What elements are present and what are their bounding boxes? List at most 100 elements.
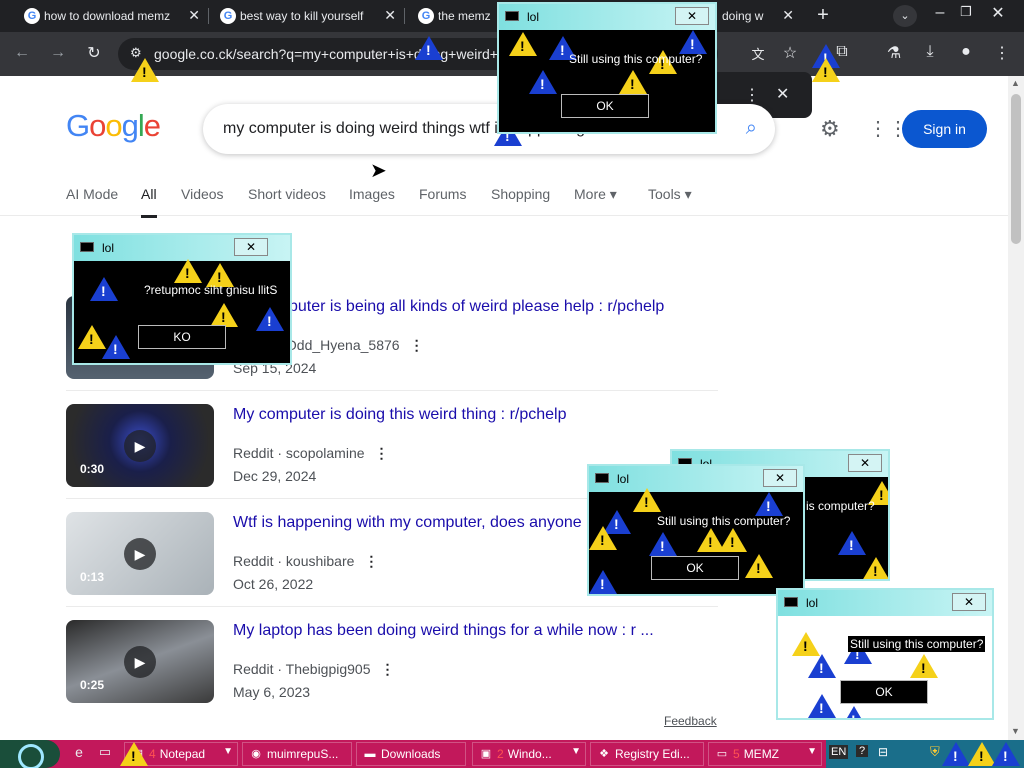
translate-icon[interactable]: 文 [748,44,768,63]
app-icon [505,11,519,21]
taskbar-item-memz[interactable]: ▭ 5 MEMZ ▼ [708,742,822,766]
menu-kebab-icon[interactable]: ⋮ [992,43,1012,63]
video-thumbnail[interactable]: ▶ 0:25 [66,620,214,703]
new-tab-button[interactable]: + [812,4,834,27]
ok-button[interactable]: KO [138,325,226,349]
back-arrow-icon[interactable]: ← [12,44,32,62]
settings-gear-icon[interactable]: ⚙ [820,116,840,142]
popup-titlebar[interactable]: lol ✕ [589,466,803,492]
close-icon[interactable]: ✕ [384,7,396,24]
taskbar-item-label: MEMZ [743,747,780,761]
tab-forums[interactable]: Forums [419,186,466,202]
play-icon[interactable]: ▶ [124,430,156,462]
video-thumbnail[interactable]: ▶ 0:13 [66,512,214,595]
tab-short-videos[interactable]: Short videos [248,186,326,202]
browser-icon: ◉ [251,748,261,760]
tab-videos[interactable]: Videos [181,186,224,202]
more-options-icon[interactable]: ⋮ [364,553,378,569]
mouse-cursor-icon: ➤ [370,160,387,182]
popup-titlebar[interactable]: lol ✕ [499,4,715,30]
more-options-icon[interactable]: ⋮ [381,661,395,677]
memz-popup-dialog[interactable]: lol ✕ ?retupmoc siht gnisu llitS KO [72,233,292,365]
file-explorer-icon[interactable]: ▭ [96,744,114,760]
taskbar-item-label: Windo... [507,747,552,761]
bookmark-star-icon[interactable]: ☆ [780,43,800,63]
more-options-icon[interactable]: ⋮ [375,445,389,461]
help-icon[interactable]: ? [856,745,869,757]
ok-button[interactable]: OK [561,94,649,118]
language-indicator[interactable]: EN [829,745,849,759]
memz-popup-dialog[interactable]: lol ✕ Still using this computer? OK [587,464,805,596]
labs-flask-icon[interactable]: ⚗ [884,43,904,63]
popup-message: ?retupmoc siht gnisu llitS [144,283,278,297]
popup-close-button[interactable]: ✕ [952,593,986,611]
popup-titlebar[interactable]: lol ✕ [74,235,290,261]
feedback-link[interactable]: Feedback [664,714,717,728]
ok-button[interactable]: OK [840,680,928,704]
browser-tab[interactable]: G best way to kill yourself ✕ [212,4,402,28]
warning-icon [509,32,537,56]
close-icon[interactable]: ✕ [776,84,789,104]
tab-search-button[interactable]: ⌄ [893,5,917,27]
result-title[interactable]: Wtf is happening with my computer, does … [233,514,582,532]
warning-icon [529,70,557,94]
minimize-button[interactable]: – [930,4,950,22]
result-title[interactable]: My computer is doing this weird thing : … [233,406,566,424]
close-icon[interactable]: ✕ [782,7,794,24]
tab-more[interactable]: More ▾ [574,186,617,203]
google-favicon-icon: G [24,8,40,24]
tab-images[interactable]: Images [349,186,395,202]
play-icon[interactable]: ▶ [124,538,156,570]
start-button[interactable] [0,740,60,768]
popup-message: Still using this computer? [657,514,791,528]
security-shield-icon[interactable]: ⛨ [930,744,940,760]
registry-icon: ❖ [599,748,609,760]
taskbar-item-windows[interactable]: ▣ 2 Windo... ▼ [472,742,586,766]
tab-all[interactable]: All [141,186,157,218]
restore-button[interactable]: ❐ [956,4,976,20]
video-result[interactable]: ▶ 0:25 My laptop has been doing weird th… [66,620,718,728]
popup-close-button[interactable]: ✕ [848,454,882,472]
menu-kebab-icon[interactable]: ⋮ [744,85,760,105]
result-title[interactable]: My computer is being all kinds of weird … [233,298,664,316]
play-icon[interactable]: ▶ [124,646,156,678]
scroll-up-arrow-icon[interactable]: ▲ [1011,78,1020,88]
popup-close-button[interactable]: ✕ [234,238,268,256]
app-icon [784,597,798,607]
page-scrollbar[interactable]: ▲ ▼ [1008,76,1024,740]
tab-tools-label: Tools [648,186,681,202]
result-title[interactable]: My laptop has been doing weird things fo… [233,622,654,640]
popup-close-button[interactable]: ✕ [675,7,709,25]
network-icon[interactable]: ⊟ [878,745,888,759]
search-icon[interactable]: ⌕ [746,117,757,140]
ok-button[interactable]: OK [651,556,739,580]
more-options-icon[interactable]: ⋮ [410,337,424,353]
popup-close-button[interactable]: ✕ [763,469,797,487]
result-date: Oct 26, 2022 [233,576,314,592]
result-date: May 6, 2023 [233,684,311,700]
taskbar-item-browser[interactable]: ◉ muimrepuS... [242,742,352,766]
scroll-down-arrow-icon[interactable]: ▼ [1011,726,1020,736]
tab-shopping[interactable]: Shopping [491,186,550,202]
tab-ai-mode[interactable]: AI Mode [66,186,118,202]
sign-in-button[interactable]: Sign in [902,110,987,148]
scrollbar-thumb[interactable] [1011,94,1021,244]
browser-tab[interactable]: G how to download memz ✕ [16,4,206,28]
internet-explorer-icon[interactable]: e [70,744,88,760]
tab-tools[interactable]: Tools ▾ [648,186,692,203]
warning-icon [649,532,677,556]
window-close-button[interactable]: ✕ [988,3,1008,23]
reload-icon[interactable]: ↻ [84,43,104,63]
browser-tab[interactable]: G the memz [410,4,500,28]
profile-icon[interactable]: ● [956,43,976,61]
download-icon[interactable]: ⤓ [920,43,940,61]
memz-popup-dialog[interactable]: lol ✕ Still using this computer? OK [497,2,717,134]
taskbar-item-registry-editor[interactable]: ❖ Registry Edi... [590,742,704,766]
popup-titlebar[interactable]: lol ✕ [778,590,992,616]
forward-arrow-icon[interactable]: → [48,44,68,62]
video-thumbnail[interactable]: ▶ 0:30 [66,404,214,487]
taskbar-item-downloads[interactable]: ▬ Downloads [356,742,466,766]
close-icon[interactable]: ✕ [188,7,200,24]
google-logo[interactable]: Google [66,108,161,144]
memz-popup-dialog[interactable]: lol ✕ Still using this computer? OK [776,588,994,720]
